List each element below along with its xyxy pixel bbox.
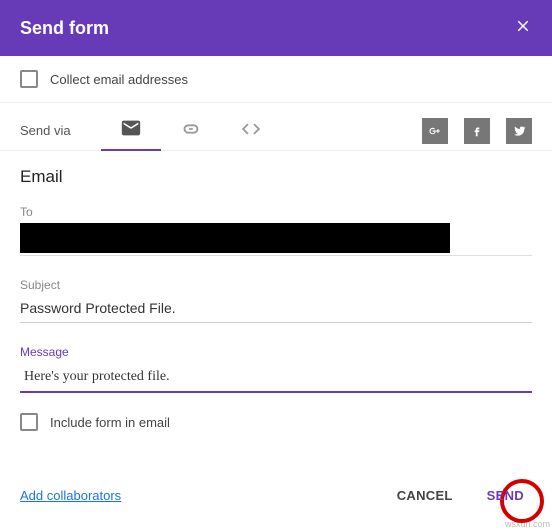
embed-icon bbox=[240, 118, 262, 143]
email-heading: Email bbox=[20, 167, 532, 187]
close-icon[interactable] bbox=[514, 17, 532, 40]
message-input[interactable] bbox=[20, 363, 532, 393]
google-plus-icon[interactable] bbox=[422, 118, 448, 144]
subject-input[interactable] bbox=[20, 296, 532, 323]
footer-actions: CANCEL SEND bbox=[389, 482, 532, 509]
facebook-icon[interactable] bbox=[464, 118, 490, 144]
cancel-button[interactable]: CANCEL bbox=[389, 482, 461, 509]
collect-emails-row[interactable]: Collect email addresses bbox=[0, 56, 552, 103]
watermark: wsxdn.com bbox=[505, 519, 550, 529]
include-form-label: Include form in email bbox=[50, 415, 170, 430]
email-panel: Email To Subject Message Include form in… bbox=[0, 151, 552, 431]
email-icon bbox=[120, 117, 142, 142]
add-collaborators-link[interactable]: Add collaborators bbox=[20, 488, 121, 503]
include-form-row[interactable]: Include form in email bbox=[20, 413, 532, 431]
include-form-checkbox[interactable] bbox=[20, 413, 38, 431]
dialog-footer: Add collaborators CANCEL SEND bbox=[0, 482, 552, 521]
twitter-icon[interactable] bbox=[506, 118, 532, 144]
to-field[interactable] bbox=[20, 223, 450, 253]
send-button[interactable]: SEND bbox=[479, 482, 532, 509]
dialog-header: Send form bbox=[0, 0, 552, 56]
message-label: Message bbox=[20, 345, 532, 359]
link-icon bbox=[180, 118, 202, 143]
collect-emails-checkbox[interactable] bbox=[20, 70, 38, 88]
tab-link[interactable] bbox=[161, 111, 221, 151]
subject-label: Subject bbox=[20, 278, 532, 292]
tab-embed[interactable] bbox=[221, 111, 281, 151]
dialog-title: Send form bbox=[20, 18, 109, 39]
send-via-row: Send via bbox=[0, 103, 552, 151]
send-via-label: Send via bbox=[20, 123, 71, 138]
to-label: To bbox=[20, 205, 532, 219]
social-share bbox=[422, 118, 532, 144]
collect-emails-label: Collect email addresses bbox=[50, 72, 188, 87]
tab-email[interactable] bbox=[101, 111, 161, 151]
to-underline bbox=[20, 255, 532, 256]
